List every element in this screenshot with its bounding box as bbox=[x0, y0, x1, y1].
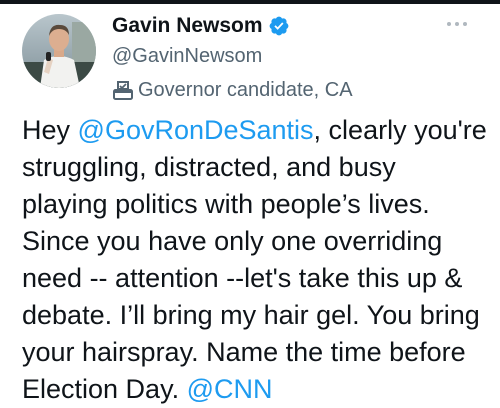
tweet-line: Hey @GovRonDeSantis, clearly you're bbox=[22, 115, 487, 145]
tweet-line: playing politics with people’s lives. bbox=[22, 189, 430, 219]
tweet-line: Election Day. @CNN bbox=[22, 374, 273, 404]
tweet-line: debate. I’ll bring my hair gel. You brin… bbox=[22, 300, 480, 330]
tweet-line: your hairspray. Name the time before bbox=[22, 337, 466, 367]
author-name[interactable]: Gavin Newsom bbox=[112, 14, 263, 38]
tweet-line: struggling, distracted, and busy bbox=[22, 152, 396, 182]
affiliation-label: Governor candidate, CA bbox=[112, 76, 442, 104]
verified-badge-icon bbox=[268, 15, 290, 37]
more-horizontal-icon bbox=[447, 22, 467, 26]
tweet-header: Gavin Newsom @GavinNewsom Governor candi… bbox=[112, 12, 442, 104]
mention-link[interactable]: @CNN bbox=[187, 374, 273, 404]
tweet-body: Hey @GovRonDeSantis, clearly you're stru… bbox=[22, 112, 488, 408]
mention-link[interactable]: @GovRonDeSantis bbox=[78, 115, 314, 145]
tweet-line: need -- attention --let's take this up & bbox=[22, 263, 463, 293]
avatar-image bbox=[22, 14, 96, 88]
more-options-button[interactable] bbox=[442, 12, 472, 36]
ballot-box-icon bbox=[112, 79, 134, 101]
author-handle[interactable]: @GavinNewsom bbox=[112, 42, 442, 70]
tweet-line: Since you have only one overriding bbox=[22, 226, 443, 256]
avatar[interactable] bbox=[22, 14, 96, 88]
top-edge-strip bbox=[0, 0, 500, 4]
name-row: Gavin Newsom bbox=[112, 12, 442, 40]
affiliation-text: Governor candidate, CA bbox=[138, 78, 353, 101]
